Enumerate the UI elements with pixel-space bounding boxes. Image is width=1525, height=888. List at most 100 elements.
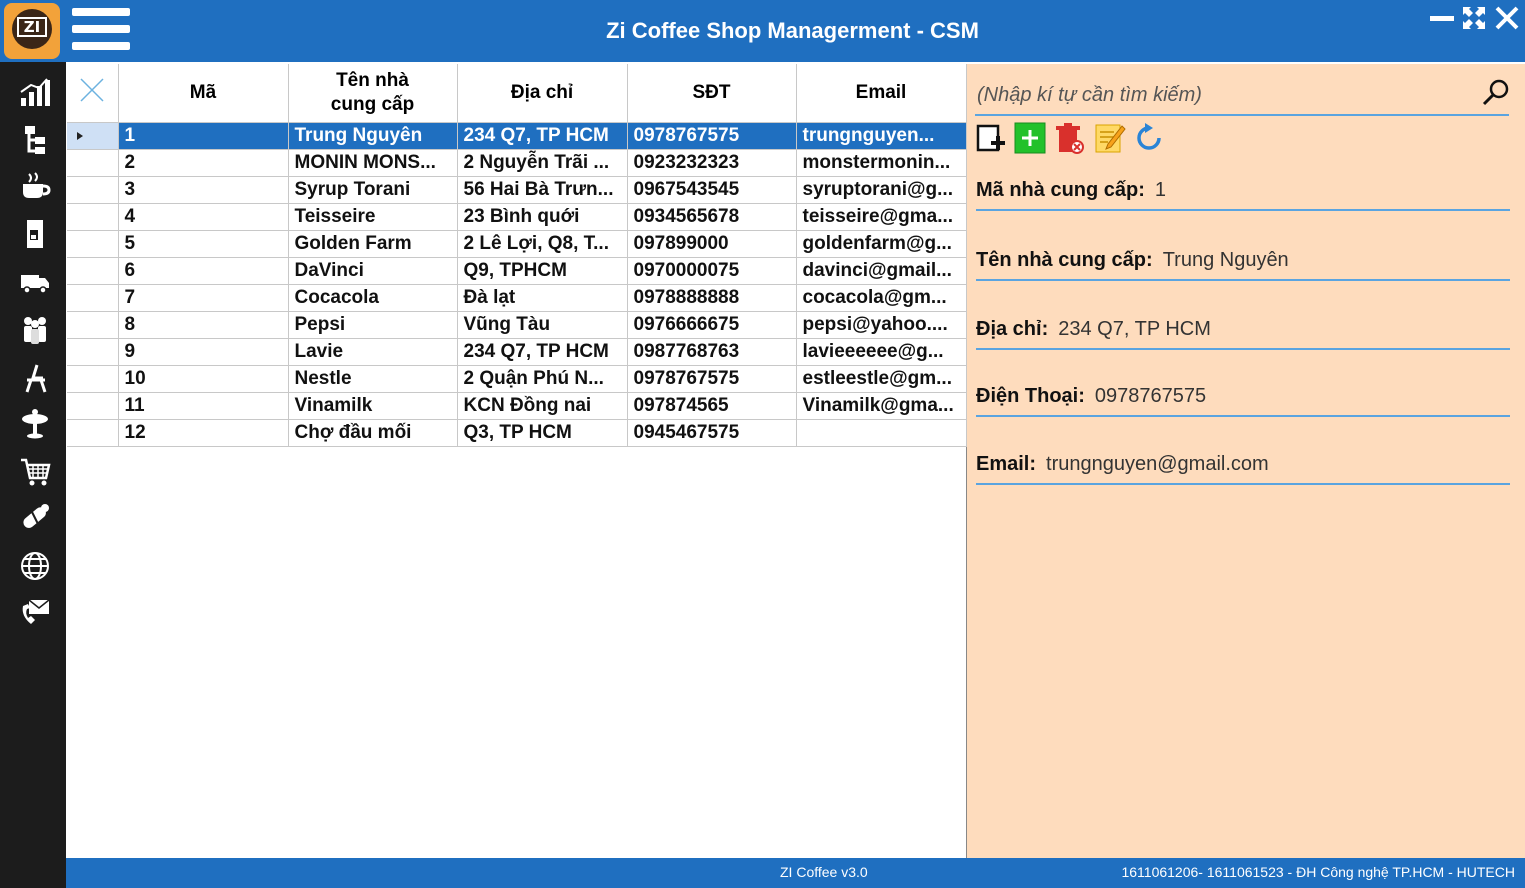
add-icon[interactable] <box>1014 122 1046 154</box>
supplier-grid[interactable]: Mã Tên nhà cung cấp Địa chỉ SĐT Email 1T… <box>67 64 967 858</box>
cell-phone[interactable]: 0978767575 <box>627 122 797 150</box>
table-row[interactable]: 2 MONIN MONS... 2 Nguyễn Trãi ... 092323232… <box>67 149 967 177</box>
table-row[interactable]: 3 Syrup Torani 56 Hai Bà Trưn... 0967543545… <box>67 176 967 204</box>
contact-mail-icon[interactable] <box>16 594 54 630</box>
people-icon[interactable] <box>16 312 54 348</box>
row-header[interactable] <box>67 338 119 366</box>
cell-id[interactable]: 6 <box>118 257 289 285</box>
row-header[interactable] <box>67 365 119 393</box>
cell-address[interactable]: Q3, TP HCM <box>457 419 628 447</box>
cell-id[interactable]: 12 <box>118 419 289 447</box>
row-header[interactable] <box>67 122 119 150</box>
cell-phone[interactable]: 0976666675 <box>627 311 797 339</box>
pills-icon[interactable] <box>16 500 54 536</box>
table-icon[interactable] <box>16 406 54 442</box>
cell-id[interactable]: 1 <box>118 122 289 150</box>
cell-phone[interactable]: 0934565678 <box>627 203 797 231</box>
cell-email[interactable]: lavieeeeee@g... <box>796 338 967 366</box>
table-row[interactable]: 1 Trung Nguyên 234 Q7, TP HCM 0978767575 tru… <box>67 122 967 150</box>
column-header-sdt[interactable]: SĐT <box>627 64 797 123</box>
row-header[interactable] <box>67 230 119 258</box>
cell-address[interactable]: KCN Đồng nai <box>457 392 628 420</box>
row-header[interactable] <box>67 149 119 177</box>
column-header-ten[interactable]: Tên nhà cung cấp <box>288 64 458 123</box>
cell-phone[interactable]: 0945467575 <box>627 419 797 447</box>
coffee-cup-icon[interactable] <box>16 168 54 204</box>
globe-icon[interactable] <box>16 548 54 584</box>
table-row[interactable]: 11 Vinamilk KCN Đồng nai 097874565 Vinamilk@… <box>67 392 967 420</box>
cell-address[interactable]: 234 Q7, TP HCM <box>457 338 628 366</box>
coffee-machine-icon[interactable] <box>16 216 54 252</box>
cell-email[interactable]: Vinamilk@gma... <box>796 392 967 420</box>
cell-name[interactable]: Golden Farm <box>288 230 458 258</box>
cell-phone[interactable]: 0923232323 <box>627 149 797 177</box>
cell-name[interactable]: DaVinci <box>288 257 458 285</box>
row-header[interactable] <box>67 392 119 420</box>
cell-email[interactable]: monstermonin... <box>796 149 967 177</box>
cell-address[interactable]: 2 Quận Phú N... <box>457 365 628 393</box>
cell-id[interactable]: 4 <box>118 203 289 231</box>
cell-address[interactable]: 234 Q7, TP HCM <box>457 122 628 150</box>
cell-name[interactable]: Cocacola <box>288 284 458 312</box>
close-icon[interactable] <box>1493 4 1521 32</box>
cell-name[interactable]: Teisseire <box>288 203 458 231</box>
cell-email[interactable]: davinci@gmail... <box>796 257 967 285</box>
chair-icon[interactable] <box>16 360 54 396</box>
cell-email[interactable]: pepsi@yahoo.... <box>796 311 967 339</box>
table-row[interactable]: 6 DaVinci Q9, TPHCM 0970000075 davinci@gmail… <box>67 257 967 285</box>
cell-name[interactable]: MONIN MONS... <box>288 149 458 177</box>
table-row[interactable]: 5 Golden Farm 2 Lê Lợi, Q8, T... 097899000 g… <box>67 230 967 258</box>
table-row[interactable]: 10 Nestle 2 Quận Phú N... 0978767575 estlees… <box>67 365 967 393</box>
cell-address[interactable]: Đà lạt <box>457 284 628 312</box>
cell-id[interactable]: 2 <box>118 149 289 177</box>
cell-phone[interactable]: 0970000075 <box>627 257 797 285</box>
cell-address[interactable]: 23 Bình quới <box>457 203 628 231</box>
column-header-ma[interactable]: Mã <box>118 64 289 123</box>
cell-id[interactable]: 7 <box>118 284 289 312</box>
cell-address[interactable]: 2 Lê Lợi, Q8, T... <box>457 230 628 258</box>
cell-phone[interactable]: 097899000 <box>627 230 797 258</box>
cell-phone[interactable]: 0978767575 <box>627 365 797 393</box>
cell-id[interactable]: 5 <box>118 230 289 258</box>
table-row[interactable]: 8 Pepsi Vũng Tàu 0976666675 pepsi@yahoo.... <box>67 311 967 339</box>
row-header[interactable] <box>67 176 119 204</box>
cell-id[interactable]: 8 <box>118 311 289 339</box>
new-icon[interactable] <box>976 122 1008 154</box>
cell-email[interactable] <box>796 419 967 447</box>
row-header[interactable] <box>67 257 119 285</box>
column-header-email[interactable]: Email <box>796 64 967 123</box>
cell-name[interactable]: Lavie <box>288 338 458 366</box>
cell-name[interactable]: Pepsi <box>288 311 458 339</box>
cell-phone[interactable]: 097874565 <box>627 392 797 420</box>
column-header-dia-chi[interactable]: Địa chỉ <box>457 64 628 123</box>
cell-id[interactable]: 11 <box>118 392 289 420</box>
cell-email[interactable]: estleestle@gm... <box>796 365 967 393</box>
hierarchy-icon[interactable] <box>16 122 54 158</box>
cell-phone[interactable]: 0978888888 <box>627 284 797 312</box>
edit-icon[interactable] <box>1094 122 1126 154</box>
cell-name[interactable]: Trung Nguyên <box>288 122 458 150</box>
table-row[interactable]: 4 Teisseire 23 Bình quới 0934565678 teisseir… <box>67 203 967 231</box>
cell-name[interactable]: Vinamilk <box>288 392 458 420</box>
search-icon[interactable] <box>1481 78 1511 108</box>
cell-address[interactable]: 56 Hai Bà Trưn... <box>457 176 628 204</box>
table-row[interactable]: 7 Cocacola Đà lạt 0978888888 cocacola@gm... <box>67 284 967 312</box>
cell-name[interactable]: Nestle <box>288 365 458 393</box>
maximize-icon[interactable] <box>1460 4 1488 32</box>
cell-email[interactable]: goldenfarm@g... <box>796 230 967 258</box>
cart-icon[interactable] <box>16 454 54 490</box>
cell-id[interactable]: 9 <box>118 338 289 366</box>
search-input[interactable]: (Nhập kí tự cần tìm kiếm) <box>977 84 1202 107</box>
cell-name[interactable]: Syrup Torani <box>288 176 458 204</box>
cell-email[interactable]: syruptorani@g... <box>796 176 967 204</box>
row-header[interactable] <box>67 284 119 312</box>
row-header[interactable] <box>67 311 119 339</box>
cell-address[interactable]: 2 Nguyễn Trãi ... <box>457 149 628 177</box>
truck-icon[interactable] <box>16 264 54 300</box>
delete-icon[interactable] <box>1053 122 1085 154</box>
row-header[interactable] <box>67 203 119 231</box>
cell-phone[interactable]: 0987768763 <box>627 338 797 366</box>
cell-name[interactable]: Chợ đầu mối <box>288 419 458 447</box>
cell-address[interactable]: Q9, TPHCM <box>457 257 628 285</box>
cell-email[interactable]: trungnguyen... <box>796 122 967 150</box>
